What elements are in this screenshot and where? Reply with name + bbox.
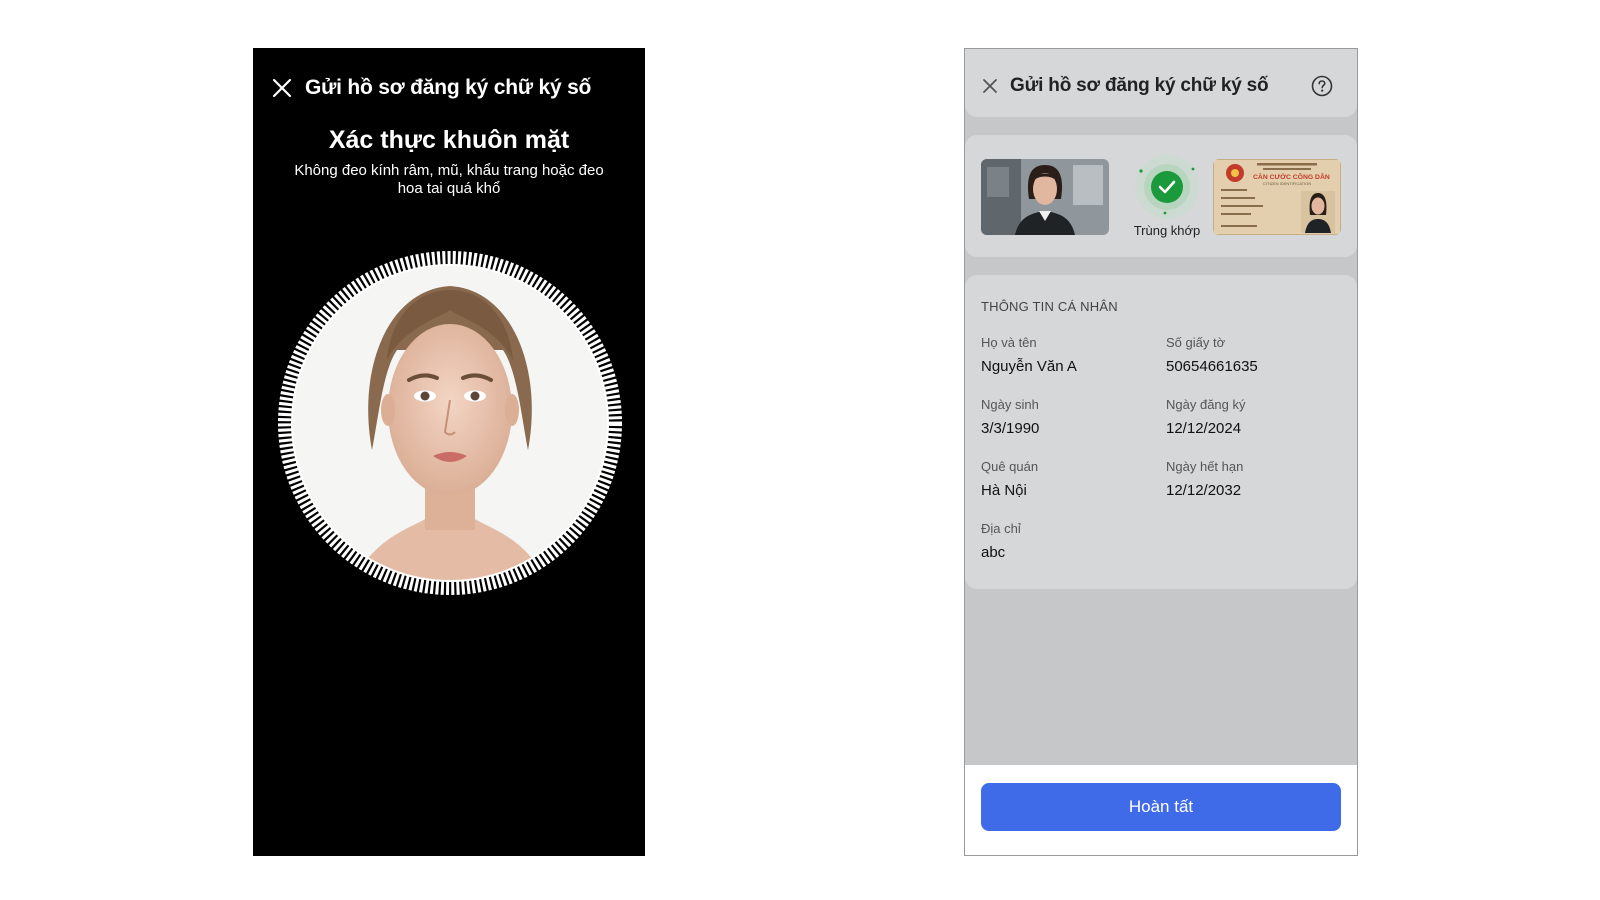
- done-button[interactable]: Hoàn tất: [981, 783, 1341, 831]
- personal-info-card: THÔNG TIN CÁ NHÂN Họ và tên Nguyễn Văn A…: [965, 275, 1357, 589]
- check-circle-icon: [1135, 155, 1199, 219]
- field-date-of-birth: Ngày sinh 3/3/1990: [981, 397, 1039, 437]
- header-title: Gửi hồ sơ đăng ký chữ ký số: [1010, 75, 1269, 96]
- field-value: 12/12/2024: [1166, 420, 1242, 437]
- face-match-card: Trùng khớp CĂN CƯỚC CÔNG DÂN CITIZEN IDE…: [965, 135, 1357, 257]
- field-document-number: Số giấy tờ 50654661635: [1166, 335, 1258, 375]
- field-value: 12/12/2032: [1166, 482, 1242, 499]
- field-expiry-date: Ngày hết hạn 12/12/2032: [1166, 459, 1243, 499]
- instruction-text: Không đeo kính râm, mũ, khẩu trang hoặc …: [294, 162, 604, 197]
- field-label: Quê quán: [981, 459, 1039, 474]
- field-full-name: Họ và tên Nguyễn Văn A: [981, 335, 1077, 375]
- field-label: Ngày hết hạn: [1166, 459, 1244, 474]
- field-value: Hà Nội: [981, 482, 1027, 499]
- selfie-photo: [981, 159, 1109, 235]
- field-label: Địa chỉ: [981, 521, 1021, 536]
- field-label: Ngày đăng ký: [1166, 397, 1246, 412]
- field-label: Ngày sinh: [981, 397, 1039, 412]
- close-icon[interactable]: [271, 77, 293, 99]
- page-title: Xác thực khuôn mặt: [328, 126, 570, 154]
- field-value: 50654661635: [1166, 358, 1258, 375]
- field-value: Nguyễn Văn A: [981, 358, 1077, 375]
- field-registration-date: Ngày đăng ký 12/12/2024: [1166, 397, 1246, 437]
- header: Gửi hồ sơ đăng ký chữ ký số: [271, 74, 591, 102]
- field-address: Địa chỉ abc: [981, 521, 1021, 561]
- field-hometown: Quê quán Hà Nội: [981, 459, 1038, 499]
- match-status: Trùng khớp: [1125, 151, 1209, 251]
- header: Gửi hồ sơ đăng ký chữ ký số: [965, 49, 1357, 117]
- face-portrait: [278, 251, 622, 595]
- field-value: 3/3/1990: [981, 420, 1040, 437]
- header-title: Gửi hồ sơ đăng ký chữ ký số: [305, 76, 592, 99]
- id-card-subheading: CITIZEN IDENTIFICATION: [1263, 181, 1311, 186]
- face-scan-frame: [277, 250, 623, 596]
- match-status-label: Trùng khớp: [1133, 223, 1201, 238]
- section-title: THÔNG TIN CÁ NHÂN: [981, 299, 1118, 314]
- footer: Hoàn tất: [965, 765, 1357, 855]
- help-icon[interactable]: [1311, 75, 1333, 97]
- field-label: Số giấy tờ: [1166, 335, 1226, 350]
- id-card-image: CĂN CƯỚC CÔNG DÂN CITIZEN IDENTIFICATION: [1213, 159, 1341, 235]
- id-card-heading: CĂN CƯỚC CÔNG DÂN: [1253, 172, 1330, 181]
- verification-result-screen: Gửi hồ sơ đăng ký chữ ký số Trùng khớp C…: [964, 48, 1358, 856]
- field-label: Họ và tên: [981, 335, 1037, 350]
- field-value: abc: [981, 544, 1006, 561]
- close-icon[interactable]: [981, 77, 999, 95]
- face-capture-screen: Gửi hồ sơ đăng ký chữ ký số Xác thực khu…: [253, 48, 645, 856]
